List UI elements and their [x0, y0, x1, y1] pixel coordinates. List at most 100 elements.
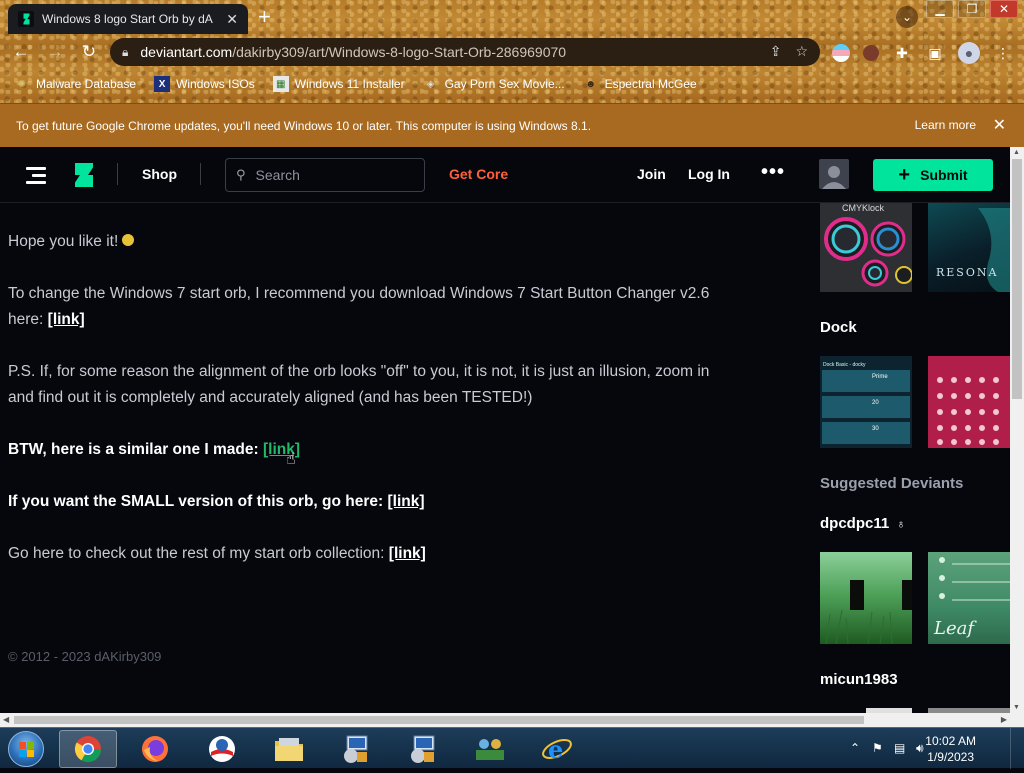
search-box[interactable]: ⚲	[225, 158, 425, 192]
bookmark-item[interactable]: ✺ Malware Database	[14, 76, 136, 92]
scroll-right-arrow-icon[interactable]: ▶	[1001, 715, 1007, 724]
scroll-up-arrow-icon[interactable]: ▲	[1013, 149, 1020, 156]
dot-grid-icon	[937, 377, 999, 445]
chrome-menu-icon[interactable]: ⋮	[993, 43, 1013, 63]
thumbnail-dock[interactable]: Dock Basic - docky Prime 20 30	[820, 356, 912, 448]
user-avatar-placeholder[interactable]	[819, 159, 849, 189]
orb-collection-link[interactable]: [link]	[389, 545, 426, 562]
dock-num: Prime	[872, 374, 888, 380]
lock-icon[interactable]: 🔒︎	[122, 45, 128, 60]
dock-art-icon: Dock Basic - docky Prime 20 30	[822, 362, 910, 444]
header-divider	[200, 163, 201, 185]
hand-cursor-icon: ☝	[286, 451, 296, 468]
volume-icon[interactable]: 🔊︎	[916, 741, 924, 756]
thumbnail-red-dots[interactable]	[928, 356, 1010, 448]
forward-arrow-icon[interactable]: →	[42, 39, 68, 65]
scrollbar-corner	[1010, 713, 1024, 727]
show-desktop-button[interactable]	[1010, 728, 1024, 769]
join-link[interactable]: Join	[637, 166, 666, 182]
bookmark-item[interactable]: ▦ Windows 11 Installer	[272, 76, 405, 92]
search-icon: ⚲	[236, 167, 246, 182]
url-path: /dakirby309/art/Windows-8-logo-Start-Orb…	[232, 44, 567, 60]
dock-title: Dock Basic - docky	[823, 362, 866, 368]
logo-circle-icon	[209, 736, 235, 762]
dock-section-heading: Dock	[820, 319, 857, 336]
login-link[interactable]: Log In	[688, 166, 730, 182]
taskbar-network-app[interactable]	[461, 730, 519, 768]
flag-extension-icon[interactable]	[832, 44, 850, 62]
small-version-link[interactable]: [link]	[388, 493, 425, 510]
start-orb-button[interactable]	[8, 731, 44, 767]
get-core-link[interactable]: Get Core	[449, 166, 508, 182]
learn-more-link[interactable]: Learn more	[915, 118, 976, 132]
side-panel-icon[interactable]: ▣	[925, 43, 945, 63]
tab-close-icon[interactable]: ✕	[226, 11, 238, 28]
browser-tab[interactable]: Windows 8 logo Start Orb by dA ✕	[8, 4, 248, 34]
bookmark-star-icon[interactable]: ☆	[795, 43, 808, 60]
bookmark-item[interactable]: ☻ Espectral McGee	[583, 76, 697, 92]
tab-search-chevron-icon[interactable]: ⌄	[896, 6, 918, 28]
puzzle-extensions-icon[interactable]: ✚	[892, 43, 912, 63]
bookmark-label: Espectral McGee	[604, 77, 697, 91]
paragraph: If you want the SMALL version of this or…	[8, 489, 425, 515]
share-icon[interactable]: ⇪	[770, 43, 782, 60]
network-icon[interactable]: ▤	[894, 741, 905, 755]
tab-title: Windows 8 logo Start Orb by dA	[42, 12, 213, 26]
vertical-scrollbar[interactable]: ▲ ▼	[1010, 147, 1024, 713]
horizontal-scroll-thumb[interactable]	[14, 716, 864, 724]
internet-explorer-icon: e	[542, 735, 572, 764]
vertical-scroll-thumb[interactable]	[1012, 159, 1022, 399]
deviant-name[interactable]: micun1983	[820, 671, 898, 688]
copyright-text: © 2012 - 2023 dAKirby309	[8, 649, 162, 664]
badge-icon: ♁	[896, 517, 906, 531]
back-arrow-icon[interactable]: ←	[8, 39, 34, 65]
more-options-icon[interactable]: •••	[761, 161, 785, 184]
taskbar-obama-app[interactable]	[193, 730, 251, 768]
start-button-changer-link[interactable]: [link]	[48, 311, 85, 328]
minimize-button[interactable]: ▁	[926, 0, 954, 18]
bookmark-label: Windows 11 Installer	[294, 77, 405, 91]
search-input[interactable]	[255, 167, 406, 183]
taskbar-firefox[interactable]	[126, 730, 184, 768]
new-tab-button[interactable]: +	[258, 6, 271, 28]
bookmark-label: Malware Database	[36, 77, 137, 91]
shop-link[interactable]: Shop	[142, 166, 177, 182]
scroll-left-arrow-icon[interactable]: ◀	[3, 715, 9, 724]
address-bar[interactable]: 🔒︎ deviantart.com/dakirby309/art/Windows…	[110, 38, 820, 66]
action-center-flag-icon[interactable]: ⚑	[872, 741, 883, 755]
taskbar-internet-explorer[interactable]: e	[528, 730, 586, 768]
thumbnail-leaf[interactable]: Leaf	[928, 552, 1010, 644]
deviant-name[interactable]: dpcdpc11 ♁	[820, 515, 905, 532]
taskbar-chrome[interactable]	[59, 730, 117, 768]
paragraph-text: P.S. If, for some reason the alignment o…	[8, 363, 710, 380]
bookmark-item[interactable]: ◈ Gay Porn Sex Movie...	[423, 76, 565, 92]
taskbar-remote-app-1[interactable]	[327, 730, 385, 768]
close-window-button[interactable]: ✕	[990, 0, 1018, 18]
clock-date: 1/9/2023	[927, 750, 974, 764]
clock[interactable]: 10:02 AM 1/9/2023	[925, 733, 976, 765]
horizontal-scrollbar[interactable]: ◀ ▶	[0, 713, 1010, 727]
thumbnail-cmyklock[interactable]: CMYKlock	[820, 203, 912, 292]
scroll-down-arrow-icon[interactable]: ▼	[1013, 704, 1020, 711]
bookmark-label: Windows ISOs	[176, 77, 255, 91]
paragraph-text: here:	[8, 311, 44, 328]
installer-icon: ▦	[272, 76, 289, 92]
reload-icon[interactable]: ↻	[76, 39, 102, 65]
system-tray: ⌃ ⚑ ▤ 🔊︎ 10:02 AM 1/9/2023	[834, 728, 1024, 769]
profile-extension-icon[interactable]	[863, 45, 879, 61]
thumbnail-grass[interactable]	[820, 552, 912, 644]
taskbar-file-explorer[interactable]	[260, 730, 318, 768]
smiley-emoji-icon	[122, 233, 135, 246]
profile-avatar-icon[interactable]: ●	[958, 42, 980, 64]
deviantart-logo-icon[interactable]	[74, 163, 94, 187]
taskbar-remote-app-2[interactable]	[394, 730, 452, 768]
hamburger-menu-icon[interactable]	[26, 167, 46, 188]
bookmark-item[interactable]: X Windows ISOs	[154, 76, 255, 92]
show-hidden-icons-icon[interactable]: ⌃	[850, 741, 860, 755]
thumbnail-resona[interactable]: RESONA	[928, 203, 1010, 292]
infobar-close-icon[interactable]: ✕	[993, 115, 1006, 135]
maximize-button[interactable]: ❐	[958, 0, 986, 18]
installer-app-icon	[411, 735, 435, 763]
browser-toolbar: ← → ↻ 🔒︎ deviantart.com/dakirby309/art/W…	[0, 36, 1024, 68]
submit-button[interactable]: + Submit	[873, 159, 993, 191]
